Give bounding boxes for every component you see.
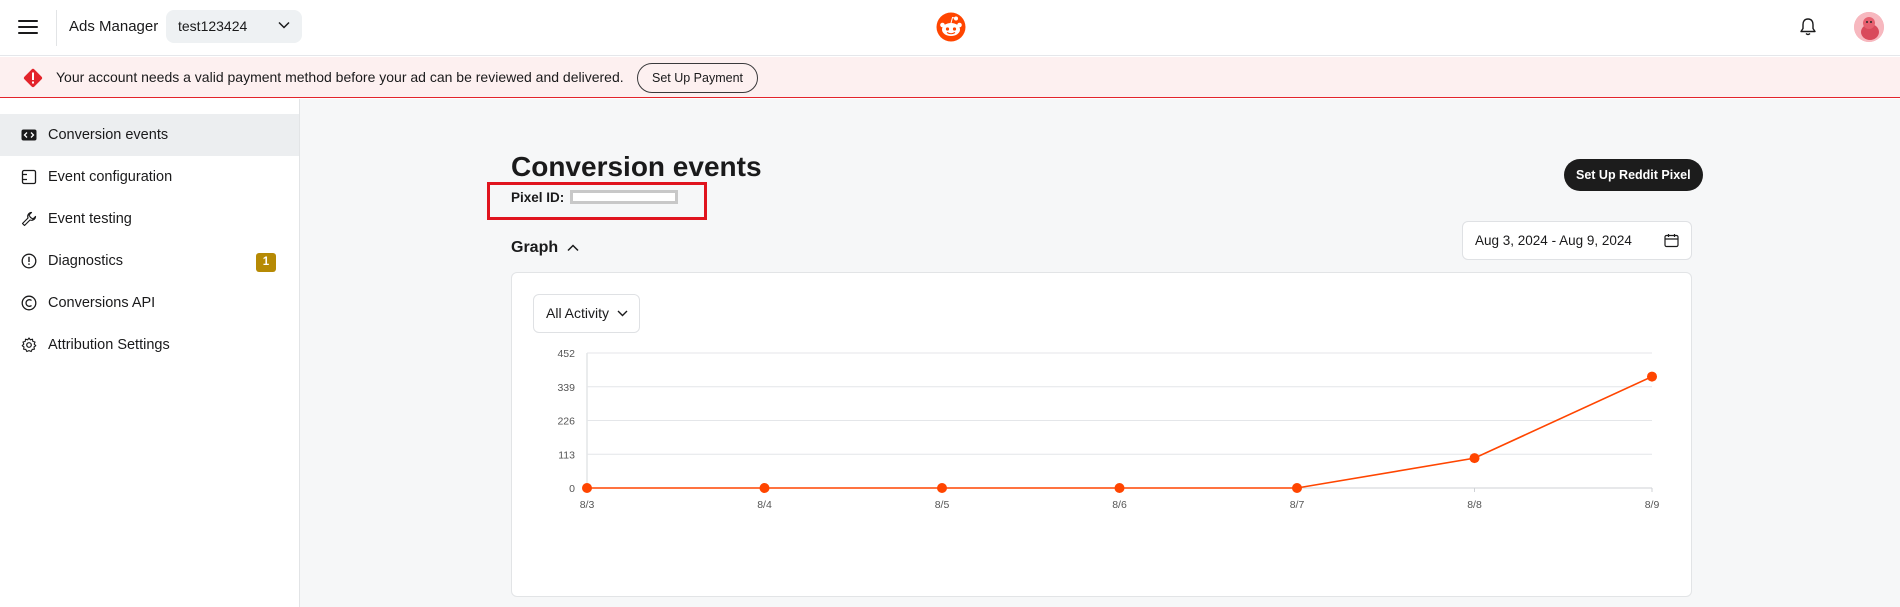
y-tick-label: 113 <box>558 449 575 461</box>
set-up-reddit-pixel-button[interactable]: Set Up Reddit Pixel <box>1564 159 1703 191</box>
sidebar-item-diagnostics[interactable]: Diagnostics 1 <box>0 240 299 282</box>
x-tick-label: 8/4 <box>757 499 772 511</box>
warning-icon <box>23 68 43 88</box>
y-tick-label: 452 <box>557 348 575 360</box>
hamburger-menu-icon[interactable] <box>18 16 38 38</box>
gear-icon <box>21 337 37 353</box>
alert-circle-icon <box>21 253 37 269</box>
sidebar: Conversion events Event configuration Ev… <box>0 99 300 607</box>
graph-toggle-label: Graph <box>511 239 559 256</box>
reddit-logo-icon[interactable] <box>936 12 966 42</box>
data-point <box>937 483 947 493</box>
sidebar-item-label: Diagnostics <box>48 253 123 269</box>
diagnostics-count-badge: 1 <box>256 253 276 272</box>
y-tick-label: 339 <box>557 382 575 394</box>
configure-icon <box>21 169 37 185</box>
sidebar-item-event-configuration[interactable]: Event configuration <box>0 156 299 198</box>
account-selector[interactable]: test123424 <box>166 10 302 43</box>
bell-icon[interactable] <box>1797 16 1819 38</box>
data-point <box>759 483 770 493</box>
code-icon <box>21 129 37 141</box>
x-tick-label: 8/5 <box>935 499 950 511</box>
top-bar: Ads Manager test123424 <box>0 0 1900 56</box>
sidebar-item-label: Event configuration <box>48 169 173 185</box>
conversion-line-chart: 0 113 226 339 452 8/3 8/4 8/5 8/6 8/7 8/8 8/9 <box>557 348 1660 511</box>
data-point <box>1647 371 1657 382</box>
main-content: Conversion events Pixel ID: Set Up Reddi… <box>300 99 1900 607</box>
graph-toggle[interactable]: Graph <box>511 239 579 257</box>
account-name: test123424 <box>178 18 248 34</box>
sidebar-item-attribution-settings[interactable]: Attribution Settings <box>0 324 299 366</box>
wrench-icon <box>21 211 37 227</box>
date-range-value: Aug 3, 2024 - Aug 9, 2024 <box>1475 233 1632 248</box>
y-tick-label: 226 <box>557 416 575 428</box>
x-tick-label: 8/6 <box>1112 499 1127 511</box>
chevron-down-icon <box>278 21 290 29</box>
page-title: Conversion events <box>511 151 762 182</box>
sidebar-item-event-testing[interactable]: Event testing <box>0 198 299 240</box>
sidebar-item-label: Conversion events <box>48 127 169 143</box>
sidebar-item-label: Event testing <box>48 211 132 227</box>
set-up-payment-button[interactable]: Set Up Payment <box>637 63 759 93</box>
date-range-picker[interactable]: Aug 3, 2024 - Aug 9, 2024 <box>1462 221 1692 260</box>
x-tick-label: 8/3 <box>580 499 595 511</box>
sidebar-item-label: Attribution Settings <box>48 337 170 353</box>
payment-warning-banner: Your account needs a valid payment metho… <box>0 57 1900 98</box>
calendar-icon <box>1664 234 1679 248</box>
data-point <box>582 483 592 493</box>
series-line <box>587 375 1653 489</box>
sidebar-item-conversion-events[interactable]: Conversion events <box>0 114 299 156</box>
api-icon <box>21 295 37 311</box>
y-tick-label: 0 <box>569 483 575 495</box>
x-tick-label: 8/9 <box>1645 499 1660 511</box>
graph-card: All Activity 0 113 226 339 452 8/3 8/4 8/5 8/6 8/… <box>511 272 1692 597</box>
data-point <box>1469 453 1480 464</box>
x-tick-label: 8/7 <box>1290 499 1305 511</box>
x-tick-label: 8/8 <box>1467 499 1482 511</box>
data-point <box>1292 483 1302 493</box>
pixel-id-highlight-box <box>487 182 707 220</box>
sidebar-item-conversions-api[interactable]: Conversions API <box>0 282 299 324</box>
chevron-up-icon <box>567 244 579 251</box>
data-point <box>1114 483 1125 493</box>
sidebar-item-label: Conversions API <box>48 295 156 311</box>
banner-message: Your account needs a valid payment metho… <box>56 69 624 85</box>
user-avatar-icon[interactable] <box>1854 12 1884 42</box>
header-divider <box>56 10 57 46</box>
app-title: Ads Manager <box>69 18 159 35</box>
